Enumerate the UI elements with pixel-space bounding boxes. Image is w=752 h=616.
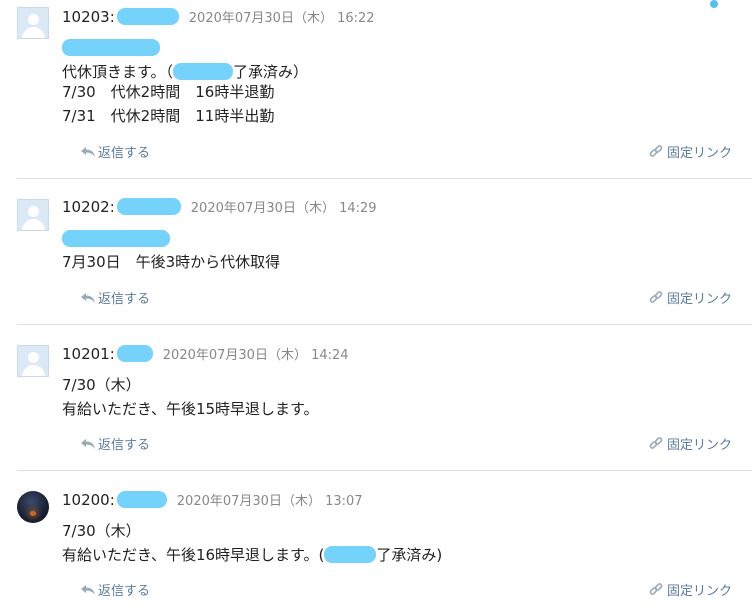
link-icon bbox=[649, 437, 663, 449]
link-icon bbox=[649, 291, 663, 303]
reply-button[interactable]: 返信する bbox=[80, 142, 150, 161]
comment-header: 10202: 2020年07月30日（木） 14:29 bbox=[62, 197, 377, 219]
reply-button[interactable]: 返信する bbox=[80, 288, 150, 307]
permalink-button[interactable]: 固定リンク bbox=[649, 288, 732, 307]
link-icon bbox=[649, 583, 663, 595]
divider bbox=[17, 178, 752, 179]
timestamp: 2020年07月30日（木） 13:07 bbox=[176, 494, 363, 509]
comment-text: 有給いただき、午後16時早退します。(了承済み) bbox=[62, 546, 443, 564]
timestamp: 2020年07月30日（木） 14:29 bbox=[190, 201, 377, 216]
comment-text: 7/30（木） bbox=[62, 376, 141, 394]
comment-text: 7/30（木） bbox=[62, 522, 141, 540]
comment-text: 有給いただき、午後15時早退します。 bbox=[62, 400, 319, 418]
comment-text: 7/31 代休2時間 11時半出勤 bbox=[62, 107, 275, 125]
reply-arrow-icon bbox=[81, 439, 95, 449]
comment-header: 10203: 2020年07月30日（木） 16:22 bbox=[62, 7, 375, 29]
comment-id: 10201: bbox=[62, 345, 115, 363]
permalink-button[interactable]: 固定リンク bbox=[649, 142, 732, 161]
reply-arrow-icon bbox=[81, 293, 95, 303]
reply-arrow-icon bbox=[81, 585, 95, 595]
avatar[interactable] bbox=[17, 7, 49, 39]
permalink-button[interactable]: 固定リンク bbox=[649, 580, 732, 599]
comment-id: 10200: bbox=[62, 491, 115, 509]
redacted-name bbox=[173, 63, 234, 80]
redacted-author bbox=[116, 198, 181, 215]
redacted-line bbox=[62, 36, 160, 60]
scroll-indicator-dot bbox=[710, 0, 718, 8]
avatar[interactable] bbox=[17, 345, 49, 377]
redacted-author bbox=[116, 8, 179, 25]
timestamp: 2020年07月30日（木） 14:24 bbox=[162, 348, 349, 363]
redacted-name bbox=[324, 546, 377, 563]
reply-arrow-icon bbox=[81, 147, 95, 157]
comment-text: 7月30日 午後3時から代休取得 bbox=[62, 253, 281, 271]
redacted-author bbox=[116, 491, 167, 508]
permalink-button[interactable]: 固定リンク bbox=[649, 434, 732, 453]
comment-text: 7/30 代休2時間 16時半退勤 bbox=[62, 83, 275, 101]
comment-header: 10201: 2020年07月30日（木） 14:24 bbox=[62, 344, 349, 366]
comment-id: 10202: bbox=[62, 198, 115, 216]
redacted-line bbox=[62, 227, 170, 251]
redacted-author bbox=[116, 345, 153, 362]
link-icon bbox=[649, 145, 663, 157]
comment-header: 10200: 2020年07月30日（木） 13:07 bbox=[62, 490, 363, 512]
avatar[interactable] bbox=[17, 491, 49, 523]
comment-feed: 10203: 2020年07月30日（木） 16:22 代休頂きます。（ 了承済み）… bbox=[0, 0, 752, 616]
reply-button[interactable]: 返信する bbox=[80, 434, 150, 453]
divider bbox=[17, 324, 752, 325]
reply-button[interactable]: 返信する bbox=[80, 580, 150, 599]
divider bbox=[17, 470, 752, 471]
timestamp: 2020年07月30日（木） 16:22 bbox=[188, 11, 375, 26]
comment-id: 10203: bbox=[62, 8, 115, 26]
avatar[interactable] bbox=[17, 199, 49, 231]
